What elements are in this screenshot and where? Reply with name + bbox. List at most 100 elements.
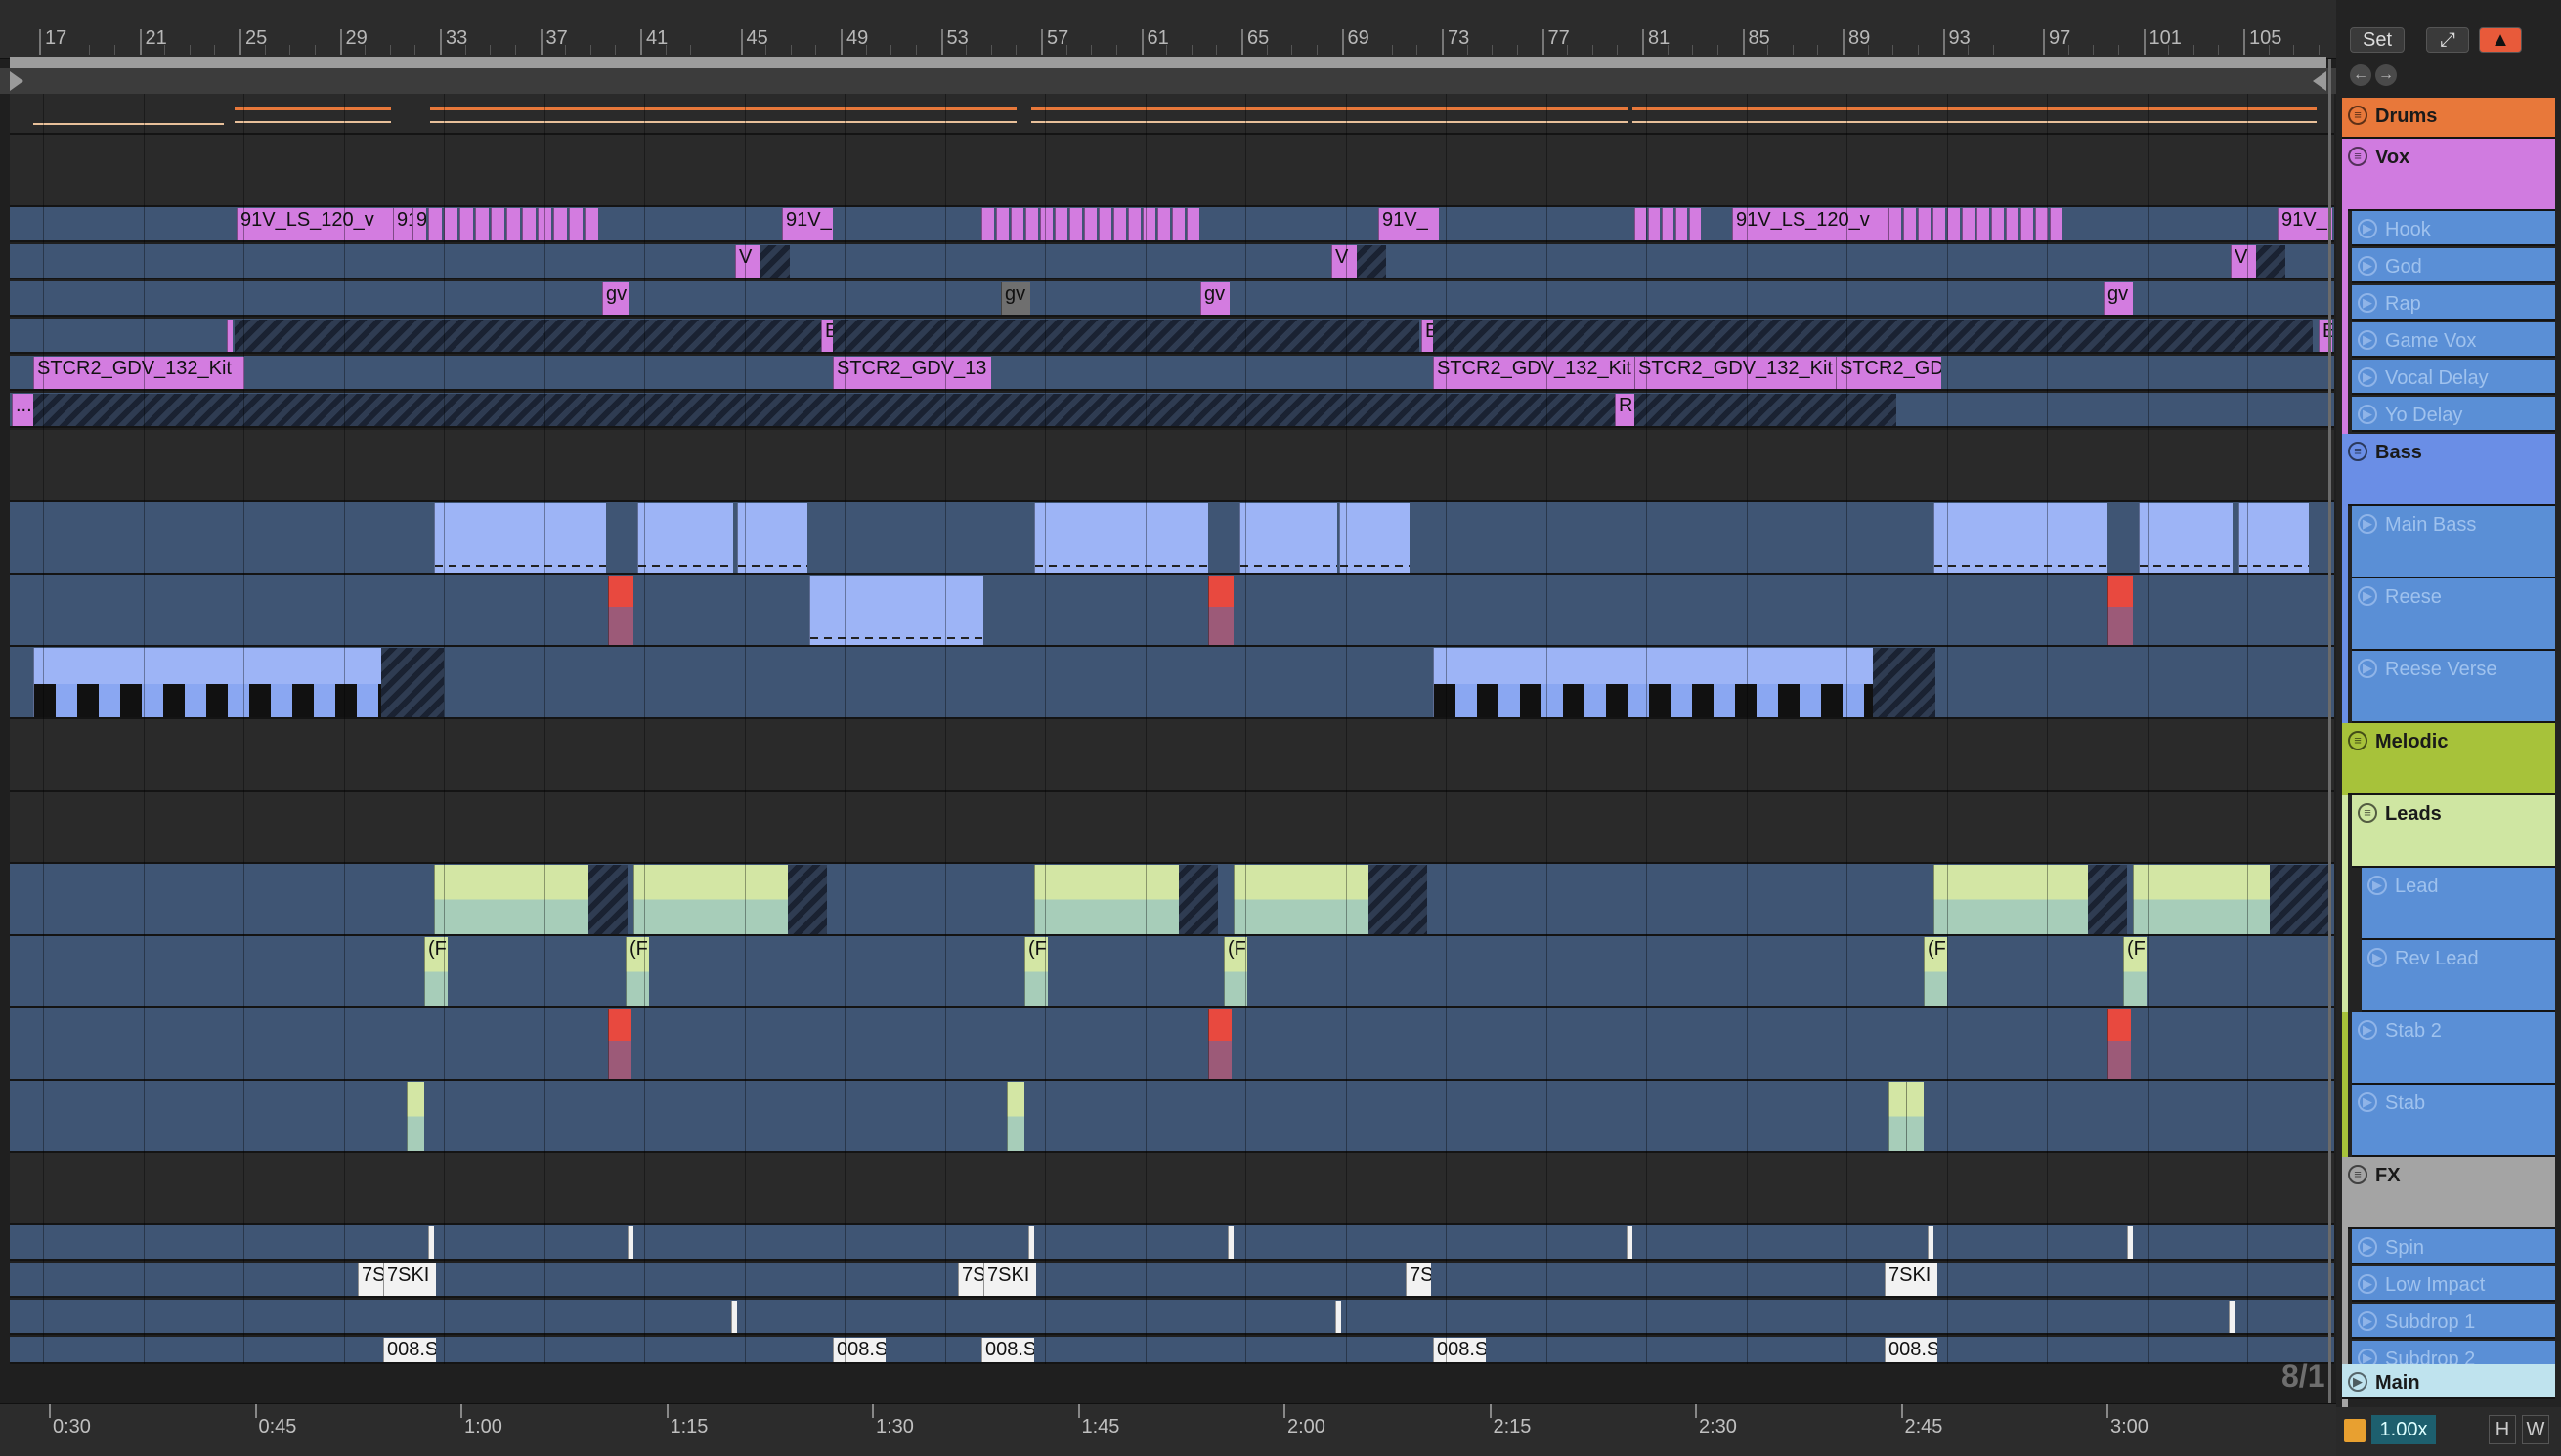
clip[interactable]: (F: [1924, 937, 1947, 1006]
group-fold-icon[interactable]: ≡: [2348, 1165, 2367, 1184]
clip[interactable]: [2229, 1301, 2235, 1333]
clip-fade[interactable]: [1368, 865, 1427, 934]
clip[interactable]: [608, 1009, 631, 1079]
clip[interactable]: [2006, 208, 2018, 240]
clip[interactable]: [737, 503, 807, 573]
clip-fade[interactable]: [33, 394, 1617, 426]
clip[interactable]: [2020, 208, 2033, 240]
clip[interactable]: [227, 320, 233, 352]
fold-arrow-icon[interactable]: ▶: [2358, 219, 2377, 238]
fold-arrow-icon[interactable]: ▶: [2358, 293, 2377, 313]
clip[interactable]: [1932, 208, 1945, 240]
clip[interactable]: STCR2_GDV_13: [833, 357, 991, 389]
beat-ruler[interactable]: 17 21 25 29 33 37 41 45 49 53 57 61 65 69 73 77 81 85 89 93…: [0, 0, 2336, 59]
clip[interactable]: 9: [412, 208, 426, 240]
arrow-right-icon[interactable]: →: [2375, 64, 2397, 86]
clip-fade[interactable]: [2270, 865, 2328, 934]
track-header-vox[interactable]: ≡ Vox: [2342, 139, 2555, 211]
track-header-subdrop-1[interactable]: ▶ Subdrop 1: [2352, 1304, 2555, 1339]
locator-strip[interactable]: [0, 68, 2336, 94]
clip[interactable]: 008.S: [981, 1338, 1034, 1362]
track-header-yo-delay[interactable]: ▶ Yo Delay: [2352, 397, 2555, 432]
level-meter-icon[interactable]: [2344, 1419, 2366, 1442]
clip[interactable]: [1928, 1226, 1933, 1259]
clip[interactable]: [1084, 208, 1097, 240]
clip[interactable]: 7S: [1406, 1263, 1431, 1296]
clip-fade[interactable]: [2256, 245, 2285, 278]
lane-stab[interactable]: [10, 1081, 2334, 1153]
lane-god[interactable]: [10, 244, 2334, 279]
clip[interactable]: [428, 1226, 434, 1259]
clip[interactable]: [1976, 208, 1989, 240]
expand-arrows-icon[interactable]: ⤢: [2426, 27, 2469, 53]
clip[interactable]: [407, 1082, 424, 1151]
clip[interactable]: 91V_: [2278, 208, 2332, 240]
clip[interactable]: [475, 208, 489, 240]
clip[interactable]: [1069, 208, 1082, 240]
clip[interactable]: [1239, 503, 1337, 573]
lane-vocal-delay[interactable]: [10, 356, 2334, 391]
clip[interactable]: [569, 208, 583, 240]
clip[interactable]: [553, 208, 567, 240]
clip[interactable]: [996, 208, 1009, 240]
clip[interactable]: [1947, 208, 1960, 240]
clip[interactable]: [1025, 208, 1038, 240]
clip[interactable]: [444, 208, 457, 240]
track-header-rev-lead[interactable]: ▶ Rev Lead: [2362, 940, 2555, 1012]
clip[interactable]: [1634, 208, 1646, 240]
clip-fade[interactable]: [1433, 320, 2313, 352]
clip[interactable]: [506, 208, 520, 240]
clip[interactable]: [1906, 1082, 1924, 1151]
clip[interactable]: V: [735, 245, 760, 278]
fold-arrow-icon[interactable]: ▶: [2358, 405, 2377, 424]
group-fold-icon[interactable]: ≡: [2348, 731, 2367, 750]
track-header-low-impact[interactable]: ▶ Low Impact: [2352, 1266, 2555, 1302]
clip-fade[interactable]: [833, 320, 1419, 352]
track-header-lead[interactable]: ▶ Lead: [2362, 868, 2555, 940]
w-button[interactable]: W: [2522, 1415, 2549, 1444]
clip[interactable]: STCR2_GDV_132_Kit: [1433, 357, 1634, 389]
clip[interactable]: [1903, 208, 1916, 240]
track-header-vocal-delay[interactable]: ▶ Vocal Delay: [2352, 360, 2555, 395]
lane-rev-lead[interactable]: [10, 936, 2334, 1008]
fold-arrow-icon[interactable]: ▶: [2367, 948, 2387, 967]
track-header-game-vox[interactable]: ▶ Game Vox: [2352, 322, 2555, 358]
clip[interactable]: [1028, 1226, 1034, 1259]
clip[interactable]: gv: [1001, 282, 1030, 315]
clip[interactable]: [1689, 208, 1701, 240]
track-header-bass[interactable]: ≡ Bass: [2342, 434, 2555, 506]
track-header-reese-verse[interactable]: ▶ Reese Verse: [2352, 651, 2555, 723]
clip-fade[interactable]: [381, 648, 444, 717]
clip[interactable]: [1113, 208, 1126, 240]
fold-arrow-icon[interactable]: ▶: [2358, 256, 2377, 276]
clip[interactable]: [2107, 1009, 2131, 1079]
track-header-spin[interactable]: ▶ Spin: [2352, 1229, 2555, 1264]
arrow-left-icon[interactable]: ←: [2350, 64, 2371, 86]
lane-fx[interactable]: [10, 1153, 2334, 1225]
fold-arrow-icon[interactable]: ▶: [2358, 586, 2377, 606]
clip[interactable]: [981, 208, 994, 240]
clip[interactable]: [1187, 208, 1199, 240]
lane-leads[interactable]: [10, 792, 2334, 864]
clip[interactable]: V: [1331, 245, 1357, 278]
clip[interactable]: [1128, 208, 1141, 240]
clip[interactable]: (F: [2123, 937, 2147, 1006]
clip[interactable]: [428, 208, 442, 240]
clip[interactable]: [1888, 1082, 1906, 1151]
clip[interactable]: [434, 503, 606, 573]
clip[interactable]: [491, 208, 504, 240]
clip[interactable]: [33, 648, 391, 717]
clip[interactable]: [1055, 208, 1067, 240]
clip-fade[interactable]: [2088, 865, 2127, 934]
clip[interactable]: [1208, 1009, 1232, 1079]
clip[interactable]: (F: [1224, 937, 1247, 1006]
lane-drums[interactable]: [10, 94, 2334, 135]
lane-stab-2[interactable]: [10, 1008, 2334, 1081]
lane-spin[interactable]: [10, 1225, 2334, 1261]
clip[interactable]: [1040, 208, 1053, 240]
fold-arrow-icon[interactable]: ▶: [2358, 1274, 2377, 1294]
clip[interactable]: [522, 208, 536, 240]
fold-arrow-icon[interactable]: ▶: [2358, 1311, 2377, 1331]
clip[interactable]: R: [1615, 394, 1634, 426]
track-header-drums[interactable]: ≡ Drums: [2342, 98, 2555, 139]
